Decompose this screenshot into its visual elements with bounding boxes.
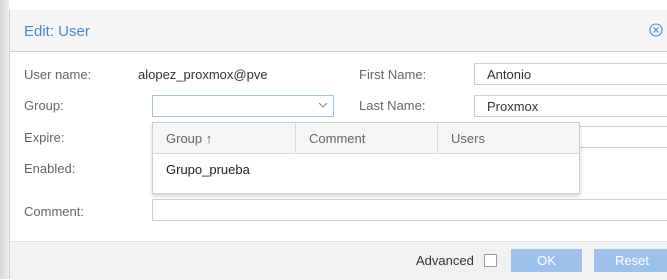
background-window-edge: [0, 0, 9, 279]
comment-label: Comment:: [24, 204, 84, 219]
column-header-label: Comment: [309, 131, 366, 146]
lastname-label: Last Name:: [359, 98, 426, 113]
dialog-footer: Advanced OK Reset: [10, 241, 667, 280]
group-combobox[interactable]: [152, 95, 334, 117]
edit-user-dialog: Edit: User User name: alopez_proxmox@pve…: [9, 10, 667, 280]
firstname-value: Antonio: [487, 67, 532, 82]
group-dropdown-list: Group ↑ Comment Users Grupo_prueba: [152, 122, 580, 194]
expire-label: Expire:: [24, 130, 65, 145]
group-name: Grupo_prueba: [166, 162, 250, 177]
list-item[interactable]: Grupo_prueba: [153, 154, 579, 186]
lastname-field[interactable]: Proxmox: [474, 95, 667, 117]
enabled-label: Enabled:: [24, 161, 76, 176]
dialog-header: Edit: User: [10, 10, 667, 52]
chevron-down-icon[interactable]: [317, 99, 329, 111]
advanced-checkbox[interactable]: [484, 254, 497, 267]
ok-button[interactable]: OK: [511, 249, 582, 272]
column-header-comment[interactable]: Comment: [296, 123, 438, 153]
column-header-users[interactable]: Users: [438, 123, 579, 153]
column-header-label: Users: [451, 131, 485, 146]
username-value: alopez_proxmox@pve: [138, 67, 268, 82]
column-header-label: Group ↑: [166, 131, 213, 146]
dialog-title: Edit: User: [24, 23, 90, 40]
column-header-group[interactable]: Group ↑: [153, 123, 296, 153]
group-label: Group:: [24, 98, 64, 113]
username-label: User name:: [24, 67, 92, 82]
advanced-label: Advanced: [416, 253, 474, 268]
lastname-value: Proxmox: [487, 99, 539, 114]
group-list-header: Group ↑ Comment Users: [153, 123, 579, 154]
firstname-field[interactable]: Antonio: [474, 63, 667, 85]
close-icon[interactable]: [649, 23, 663, 37]
comment-field[interactable]: [152, 199, 667, 221]
reset-button[interactable]: Reset: [594, 249, 667, 272]
firstname-label: First Name:: [359, 67, 427, 82]
